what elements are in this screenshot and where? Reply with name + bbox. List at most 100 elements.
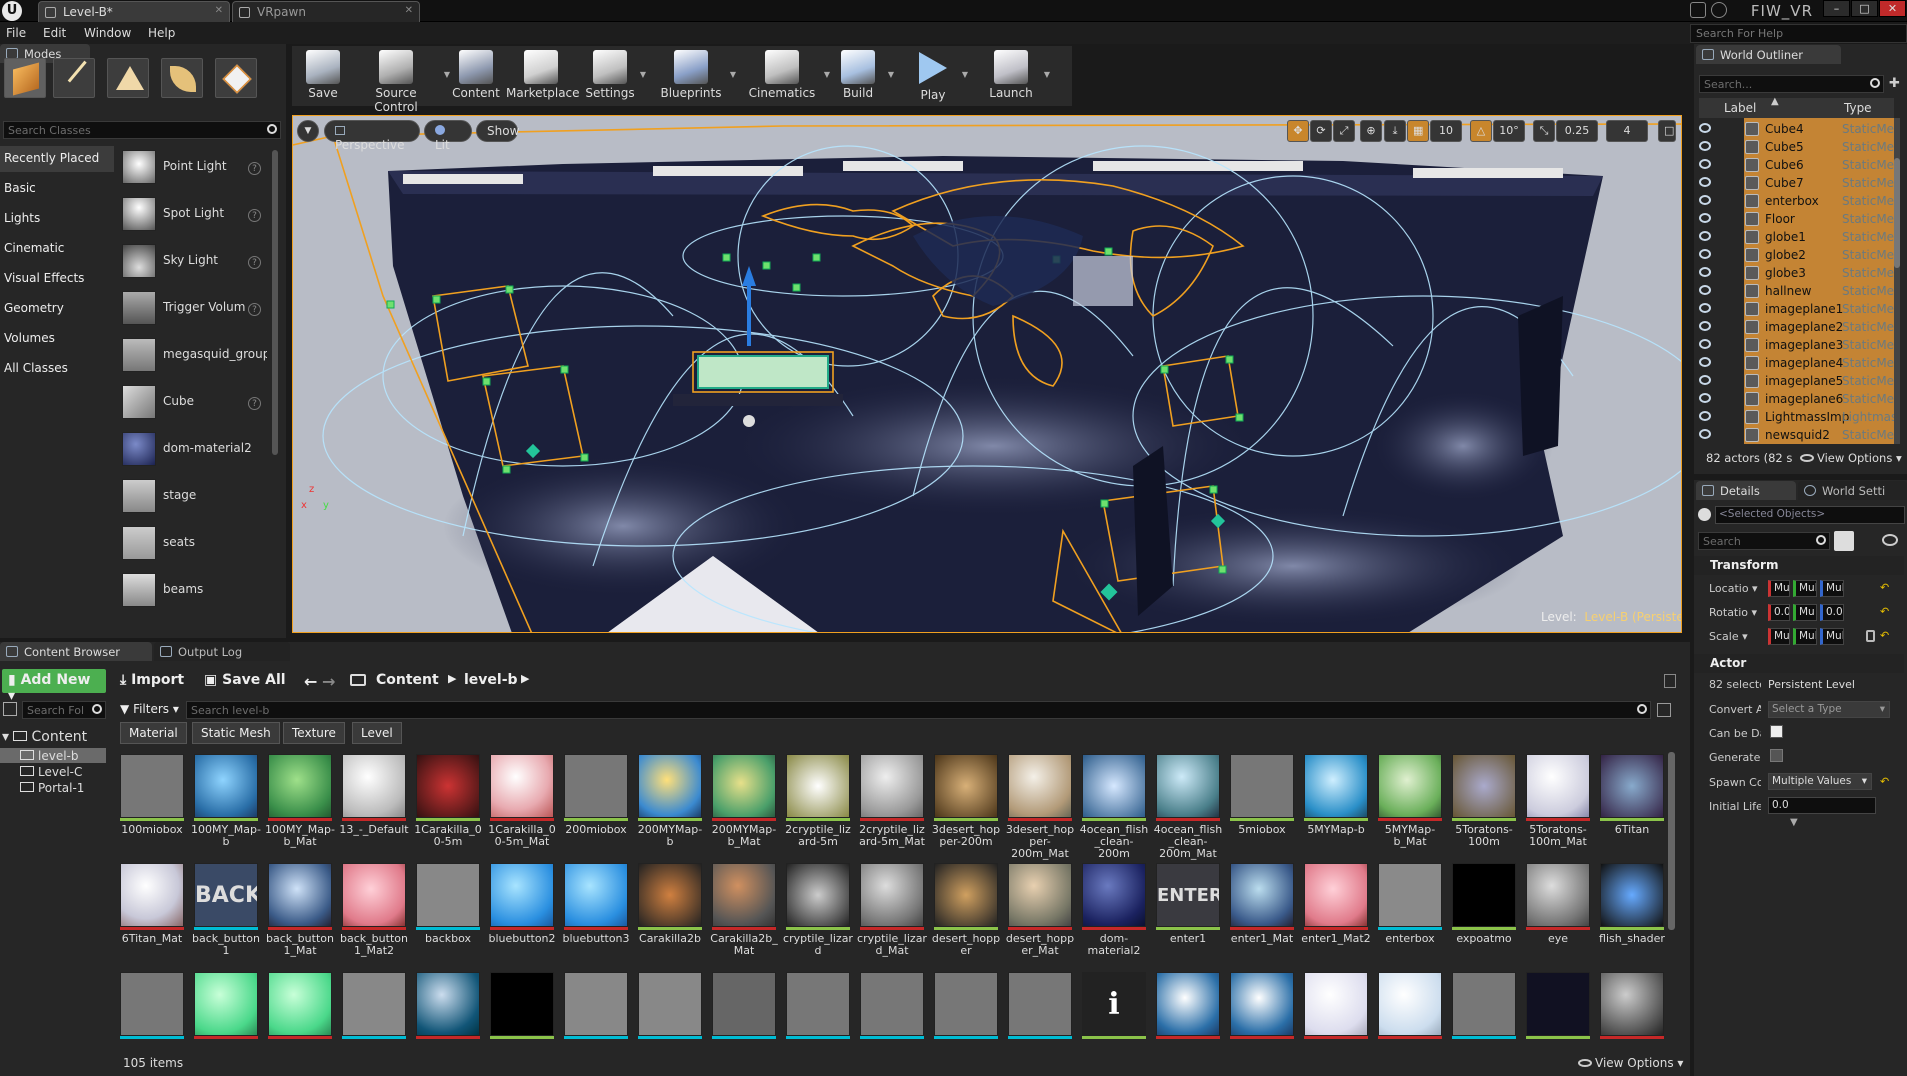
spawn-collision-dropdown[interactable]: Multiple Values ▾ bbox=[1768, 773, 1872, 790]
lock-browser-icon[interactable] bbox=[1664, 674, 1676, 688]
asset-tile[interactable]: 13_-_Default bbox=[339, 754, 409, 854]
asset-scrollbar[interactable] bbox=[1668, 752, 1675, 930]
place-item[interactable]: Cube? bbox=[120, 381, 270, 425]
place-item[interactable]: megasquid_group bbox=[120, 334, 270, 378]
category-volumes[interactable]: Volumes bbox=[0, 326, 114, 352]
asset-tile[interactable]: 3desert_hopper-200m_Mat bbox=[1006, 754, 1074, 860]
perspective-button[interactable]: Perspective bbox=[324, 120, 420, 152]
visibility-eye-icon[interactable] bbox=[1699, 375, 1711, 385]
add-new-button[interactable]: ▮ Add New ▾ bbox=[2, 669, 106, 704]
location-y[interactable]: Mult bbox=[1793, 580, 1817, 597]
outliner-row[interactable]: Floor StaticMes bbox=[1699, 210, 1894, 228]
menu-window[interactable]: Window bbox=[84, 26, 131, 40]
asset-tile[interactable]: ENTER enter1 bbox=[1156, 863, 1220, 963]
asset-tile[interactable]: 1Carakilla_00-5m_Mat bbox=[488, 754, 556, 854]
can-be-damaged-checkbox[interactable] bbox=[1770, 725, 1783, 738]
tab-vrpawn[interactable]: VRpawn ✕ bbox=[232, 1, 420, 22]
surface-snap-icon[interactable]: ⤓ bbox=[1384, 120, 1406, 142]
asset-tile[interactable] bbox=[934, 972, 998, 1072]
outliner-row[interactable]: Cube6 StaticMes bbox=[1699, 156, 1894, 174]
visibility-eye-icon[interactable] bbox=[1699, 357, 1711, 367]
category-cinematic[interactable]: Cinematic bbox=[0, 236, 114, 262]
asset-tile[interactable]: 5Toratons-100m_Mat bbox=[1526, 754, 1590, 854]
asset-tile[interactable]: 200MYMap-b_Mat bbox=[712, 754, 776, 854]
asset-tile[interactable]: BACK back_button1 bbox=[192, 863, 260, 963]
outliner-row[interactable]: LightmassImp Lightmas bbox=[1699, 408, 1894, 426]
toolbar-launch-button[interactable]: Launch ▼ bbox=[982, 46, 1050, 106]
asset-tile[interactable]: 200MYMap-b bbox=[638, 754, 702, 854]
visibility-eye-icon[interactable] bbox=[1882, 534, 1898, 546]
scale-snap-value[interactable]: 0.25 bbox=[1556, 120, 1598, 142]
place-item[interactable]: Spot Light? bbox=[120, 193, 270, 237]
asset-tile[interactable]: backbox bbox=[416, 863, 480, 963]
tree-item-portal-1[interactable]: Portal-1 bbox=[20, 781, 84, 795]
visibility-eye-icon[interactable] bbox=[1699, 429, 1711, 439]
property-matrix-icon[interactable] bbox=[1834, 531, 1854, 551]
scale-label[interactable]: Scale ▾ bbox=[1709, 630, 1761, 643]
asset-tile[interactable] bbox=[712, 972, 776, 1072]
close-tab-icon[interactable]: ✕ bbox=[215, 5, 223, 16]
visibility-eye-icon[interactable] bbox=[1699, 267, 1711, 277]
toolbar-settings-button[interactable]: Settings ▼ bbox=[584, 46, 646, 106]
filter-chip-level[interactable]: Level bbox=[352, 722, 402, 744]
outliner-row[interactable]: globe2 StaticMes bbox=[1699, 246, 1894, 264]
grid-snap-icon[interactable]: ▦ bbox=[1407, 120, 1429, 142]
toolbar-content-button[interactable]: Content bbox=[450, 46, 502, 106]
asset-tile[interactable] bbox=[1452, 972, 1516, 1072]
outliner-row[interactable]: imageplane6StaticMes bbox=[1699, 390, 1894, 408]
asset-tile[interactable] bbox=[638, 972, 702, 1072]
asset-tile[interactable]: enter1_Mat bbox=[1230, 863, 1294, 963]
asset-tile[interactable]: 200miobox bbox=[564, 754, 628, 854]
content-view-options[interactable]: View Options ▾ bbox=[1578, 1056, 1683, 1070]
breadcrumb-content[interactable]: Content bbox=[370, 669, 445, 693]
chevron-down-icon[interactable]: ▼ bbox=[888, 70, 894, 79]
rotation-y[interactable]: Mu bbox=[1793, 604, 1817, 621]
asset-tile[interactable]: 6Titan_Mat bbox=[120, 863, 184, 963]
help-search-input[interactable]: Search For Help bbox=[1690, 24, 1907, 43]
filter-chip-static-mesh[interactable]: Static Mesh bbox=[192, 722, 280, 744]
rotation-snap-icon[interactable]: △ bbox=[1470, 120, 1492, 142]
toolbar-blueprints-button[interactable]: Blueprints ▼ bbox=[656, 46, 736, 106]
category-geometry[interactable]: Geometry bbox=[0, 296, 114, 322]
tree-item-level-c[interactable]: Level-C bbox=[20, 765, 82, 779]
world-local-icon[interactable]: ⊕ bbox=[1360, 120, 1382, 142]
asset-tile[interactable]: back_button1_Mat bbox=[266, 863, 334, 963]
category-all-classes[interactable]: All Classes bbox=[0, 356, 114, 382]
place-item[interactable]: Sky Light? bbox=[120, 240, 270, 284]
scene-render[interactable] bbox=[293, 116, 1682, 633]
tab-output-log[interactable]: Output Log bbox=[154, 642, 290, 661]
asset-tile[interactable]: cryptile_lizard bbox=[783, 863, 853, 963]
save-search-icon[interactable] bbox=[1657, 703, 1671, 717]
asset-tile[interactable]: 6Titan bbox=[1600, 754, 1664, 854]
chevron-down-icon[interactable]: ▼ bbox=[962, 70, 968, 79]
close-tab-icon[interactable]: ✕ bbox=[405, 5, 413, 16]
lit-button[interactable]: Lit bbox=[424, 120, 472, 152]
toolbar-save-button[interactable]: Save bbox=[298, 46, 348, 106]
level-viewport[interactable]: z x y Level: Level-B (Persistent) bbox=[292, 115, 1682, 633]
place-item[interactable]: dom-material2 bbox=[120, 428, 270, 472]
close-window-button[interactable]: ✕ bbox=[1879, 0, 1906, 17]
grid-size-value[interactable]: 10 bbox=[1430, 120, 1462, 142]
outliner-row[interactable]: Cube7 StaticMes bbox=[1699, 174, 1894, 192]
asset-tile[interactable] bbox=[1230, 972, 1294, 1072]
folder-icon[interactable] bbox=[350, 674, 366, 686]
scale-y[interactable]: Mult bbox=[1793, 628, 1817, 645]
visibility-eye-icon[interactable] bbox=[1699, 195, 1711, 205]
foliage-mode-button[interactable] bbox=[161, 58, 203, 98]
details-search-input[interactable]: Search bbox=[1698, 532, 1830, 550]
asset-tile[interactable]: 4ocean_flish_clean-200m bbox=[1080, 754, 1148, 860]
visibility-eye-icon[interactable] bbox=[1699, 177, 1711, 187]
visibility-eye-icon[interactable] bbox=[1699, 321, 1711, 331]
menu-edit[interactable]: Edit bbox=[43, 26, 66, 40]
asset-tile[interactable]: Carakilla2b_Mat bbox=[710, 863, 778, 963]
generate-overlap-checkbox[interactable] bbox=[1770, 749, 1783, 762]
help-icon[interactable]: ? bbox=[248, 209, 261, 222]
asset-tile[interactable]: 1Carakilla_00-5m bbox=[414, 754, 482, 854]
scale-x[interactable]: Mult bbox=[1768, 628, 1790, 645]
asset-tile[interactable] bbox=[564, 972, 628, 1072]
import-button[interactable]: ⤓ Import bbox=[114, 669, 190, 693]
breadcrumb-level-b[interactable]: level-b bbox=[458, 669, 524, 693]
minimize-button[interactable]: – bbox=[1823, 0, 1850, 17]
translate-tool-icon[interactable]: ✥ bbox=[1287, 120, 1309, 142]
asset-tile[interactable]: 3desert_hopper-200m bbox=[932, 754, 1000, 854]
